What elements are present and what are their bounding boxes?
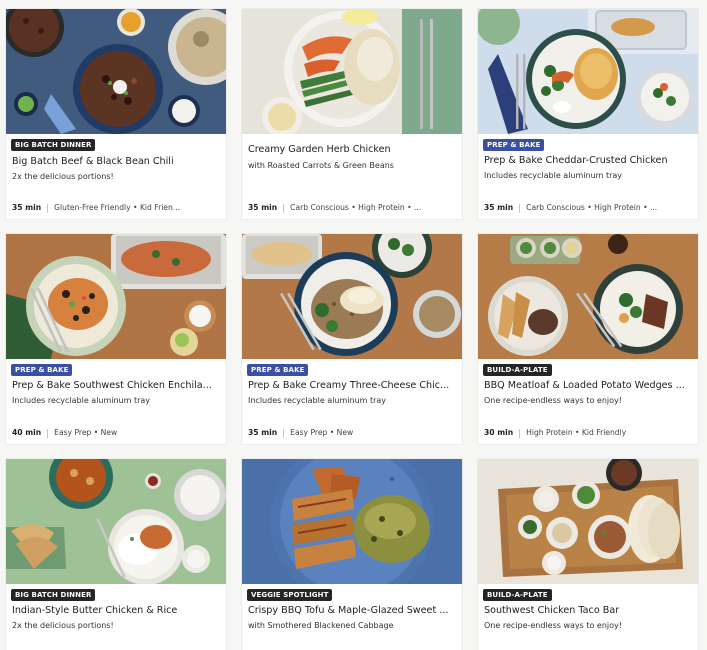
- recipe-subtitle: with Roasted Carrots & Green Beans: [248, 161, 394, 170]
- recipe-card[interactable]: Creamy Garden Herb Chicken with Roasted …: [242, 9, 462, 219]
- recipe-subtitle: 2x the delicious portions!: [12, 621, 114, 630]
- recipe-subtitle: One recipe-endless ways to enjoy!: [484, 621, 622, 630]
- recipe-tags: Gluten-Free Friendly • Kid Frien...: [54, 203, 181, 212]
- recipe-image[interactable]: [242, 234, 462, 359]
- recipe-meta: 40 min Easy Prep • New: [12, 427, 220, 439]
- recipe-meta: 35 min Easy Prep • New: [248, 427, 456, 439]
- recipe-meta: 35 min Carb Conscious • High Protein • .…: [248, 202, 456, 214]
- meta-divider: [519, 428, 521, 438]
- recipe-subtitle: One recipe-endless ways to enjoy!: [484, 396, 622, 405]
- cook-time: 30 min: [484, 428, 514, 437]
- recipe-title[interactable]: Southwest Chicken Taco Bar: [484, 605, 694, 616]
- recipe-title[interactable]: Indian-Style Butter Chicken & Rice: [12, 605, 222, 616]
- recipe-image[interactable]: [6, 9, 226, 134]
- cook-time: 35 min: [248, 428, 278, 437]
- recipe-card[interactable]: BUILD-A-PLATE BBQ Meatloaf & Loaded Pota…: [478, 234, 698, 444]
- recipe-meta: 35 min Carb Conscious • High Protein • .…: [484, 202, 692, 214]
- cook-time: 35 min: [12, 203, 42, 212]
- recipe-card[interactable]: PREP & BAKE Prep & Bake Cheddar-Crusted …: [478, 9, 698, 219]
- recipe-image[interactable]: [242, 459, 462, 584]
- recipe-card[interactable]: VEGGIE SPOTLIGHT Crispy BBQ Tofu & Maple…: [242, 459, 462, 650]
- recipe-tags: Carb Conscious • High Protein • ...: [290, 203, 422, 212]
- recipe-grid: BIG BATCH DINNER Big Batch Beef & Black …: [0, 0, 707, 650]
- meta-divider: [519, 203, 521, 213]
- recipe-subtitle: 2x the delicious portions!: [12, 172, 114, 181]
- meta-divider: [283, 203, 285, 213]
- recipe-subtitle: Includes recyclable aluminum tray: [484, 171, 623, 180]
- recipe-card[interactable]: BIG BATCH DINNER Big Batch Beef & Black …: [6, 9, 226, 219]
- recipe-title[interactable]: Prep & Bake Southwest Chicken Enchila...: [12, 380, 222, 391]
- recipe-image[interactable]: [6, 459, 226, 584]
- recipe-title[interactable]: Creamy Garden Herb Chicken: [248, 144, 458, 155]
- recipe-badge: BIG BATCH DINNER: [11, 589, 96, 601]
- cook-time: 35 min: [248, 203, 278, 212]
- meta-divider: [47, 428, 49, 438]
- recipe-title[interactable]: Prep & Bake Cheddar-Crusted Chicken: [484, 155, 694, 166]
- recipe-badge: BUILD-A-PLATE: [483, 589, 552, 601]
- cook-time: 40 min: [12, 428, 42, 437]
- recipe-badge: BIG BATCH DINNER: [11, 139, 96, 151]
- recipe-badge: PREP & BAKE: [11, 364, 73, 376]
- recipe-meta: 30 min High Protein • Kid Friendly: [484, 427, 692, 439]
- recipe-badge: PREP & BAKE: [247, 364, 309, 376]
- recipe-card[interactable]: PREP & BAKE Prep & Bake Creamy Three-Che…: [242, 234, 462, 444]
- recipe-tags: Easy Prep • New: [290, 428, 354, 437]
- recipe-image[interactable]: [478, 234, 698, 359]
- recipe-subtitle: Includes recyclable aluminum tray: [12, 396, 151, 405]
- recipe-title[interactable]: Crispy BBQ Tofu & Maple-Glazed Sweet ...: [248, 605, 458, 616]
- recipe-tags: Carb Conscious • High Protein • ...: [526, 203, 658, 212]
- recipe-image[interactable]: [242, 9, 462, 134]
- recipe-title[interactable]: Big Batch Beef & Black Bean Chili: [12, 156, 222, 167]
- recipe-meta: 35 min Gluten-Free Friendly • Kid Frien.…: [12, 202, 220, 214]
- meta-divider: [283, 428, 285, 438]
- recipe-image[interactable]: [478, 459, 698, 584]
- recipe-badge: BUILD-A-PLATE: [483, 364, 552, 376]
- recipe-title[interactable]: Prep & Bake Creamy Three-Cheese Chic...: [248, 380, 458, 391]
- meta-divider: [47, 203, 49, 213]
- recipe-card[interactable]: BUILD-A-PLATE Southwest Chicken Taco Bar…: [478, 459, 698, 650]
- recipe-title[interactable]: BBQ Meatloaf & Loaded Potato Wedges ...: [484, 380, 694, 391]
- recipe-badge: PREP & BAKE: [483, 139, 545, 151]
- recipe-tags: Easy Prep • New: [54, 428, 118, 437]
- cook-time: 35 min: [484, 203, 514, 212]
- recipe-subtitle: Includes recyclable aluminum tray: [248, 396, 387, 405]
- recipe-image[interactable]: [478, 9, 698, 134]
- recipe-badge: VEGGIE SPOTLIGHT: [247, 589, 333, 601]
- recipe-card[interactable]: PREP & BAKE Prep & Bake Southwest Chicke…: [6, 234, 226, 444]
- recipe-card[interactable]: BIG BATCH DINNER Indian-Style Butter Chi…: [6, 459, 226, 650]
- recipe-tags: High Protein • Kid Friendly: [526, 428, 627, 437]
- recipe-subtitle: with Smothered Blackened Cabbage: [248, 621, 394, 630]
- recipe-image[interactable]: [6, 234, 226, 359]
